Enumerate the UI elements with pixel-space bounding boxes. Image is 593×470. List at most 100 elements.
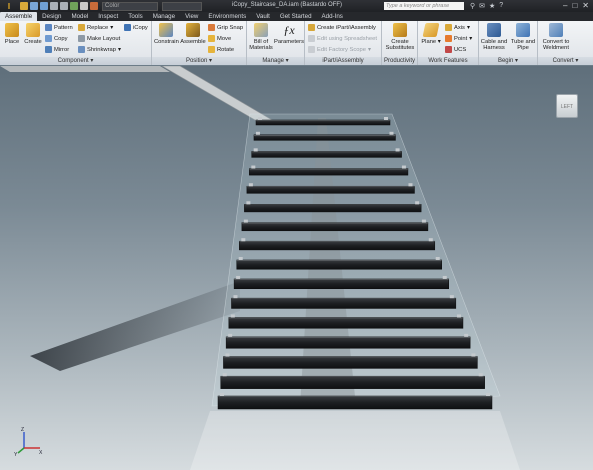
rotate-icon (208, 46, 215, 53)
binoculars-icon[interactable]: ⚲ (470, 2, 475, 10)
move-button[interactable]: Move (208, 35, 231, 42)
copy-button[interactable]: Copy (45, 35, 68, 42)
constrain-icon (159, 23, 173, 37)
shrinkwrap-button[interactable]: Shrinkwrap ▾ (78, 46, 121, 53)
grip-snap-button[interactable]: Grip Snap (208, 24, 243, 31)
glass-clamp (389, 131, 394, 135)
edit-factory-scope-button[interactable]: Edit Factory Scope ▾ (308, 46, 371, 53)
application-menu-button[interactable]: I (0, 0, 18, 12)
grip-snap-icon (208, 24, 215, 31)
ucs-button[interactable]: UCS (445, 46, 466, 53)
pattern-button[interactable]: Pattern (45, 24, 73, 31)
axis-button[interactable]: Axis ▾ (445, 24, 470, 31)
tab-get-started[interactable]: Get Started (275, 12, 317, 21)
replace-button[interactable]: Replace ▾ (78, 24, 113, 31)
favorites-icon[interactable]: ★ (489, 2, 495, 10)
communication-center-icon[interactable]: ✉ (479, 2, 485, 10)
stair-tread (231, 297, 457, 309)
style-dropdown[interactable]: Color (102, 1, 158, 11)
tab-tools[interactable]: Tools (123, 12, 147, 21)
place-button[interactable]: Place (2, 23, 22, 45)
cable-harness-button[interactable]: Cable and Harness (480, 23, 508, 51)
undo-icon[interactable] (50, 2, 58, 10)
create-ipart-icon (308, 24, 315, 31)
glass-clamp (456, 314, 461, 318)
point-button[interactable]: Point ▾ (445, 35, 472, 42)
panel-productivity: Create Substitutes Productivity (382, 21, 418, 65)
search-input[interactable]: Type a keyword or phrase (384, 2, 464, 10)
plane-icon (422, 23, 440, 37)
stair-tread (251, 151, 402, 158)
open-icon[interactable] (30, 2, 38, 10)
rotate-button[interactable]: Rotate (208, 46, 234, 53)
help-icon[interactable]: ? (499, 2, 503, 10)
stair-shadow (30, 281, 240, 371)
update-icon[interactable] (90, 2, 98, 10)
tab-vault[interactable]: Vault (251, 12, 275, 21)
maximize-icon[interactable]: □ (572, 1, 577, 10)
create-substitutes-button[interactable]: Create Substitutes (384, 23, 416, 51)
plane-button[interactable]: Plane ▾ (420, 23, 442, 45)
panel-label-begin[interactable]: Begin ▾ (479, 57, 537, 65)
material-dropdown[interactable] (162, 1, 202, 11)
mirror-button[interactable]: Mirror (45, 46, 69, 53)
tube-pipe-button[interactable]: Tube and Pipe (509, 23, 537, 51)
icopy-button[interactable]: iCopy (124, 24, 148, 31)
minimize-icon[interactable]: – (563, 1, 567, 10)
stair-tread (249, 168, 409, 176)
panel-label-convert[interactable]: Convert ▾ (538, 57, 593, 65)
new-icon[interactable] (20, 2, 28, 10)
constrain-button[interactable]: Constrain (154, 23, 179, 45)
y-axis (17, 447, 25, 454)
glass-clamp (225, 353, 230, 357)
select-icon[interactable] (80, 2, 88, 10)
panel-begin: Cable and Harness Tube and Pipe Begin ▾ (479, 21, 538, 65)
bill-of-materials-button[interactable]: Bill of Materials (249, 23, 273, 51)
stair-tread (220, 375, 485, 389)
convert-to-weldment-button[interactable]: Convert to Weldment (540, 23, 572, 51)
stair-tread (236, 259, 442, 270)
redo-icon[interactable] (60, 2, 68, 10)
bill-of-materials-icon (254, 23, 268, 37)
panel-label-position[interactable]: Position ▾ (152, 57, 246, 65)
cable-harness-icon (487, 23, 501, 37)
stair-tread (241, 222, 429, 232)
viewcube[interactable]: LEFT (556, 94, 578, 118)
tab-environments[interactable]: Environments (203, 12, 251, 21)
parameters-button[interactable]: ƒx Parameters (274, 23, 304, 45)
place-icon (5, 23, 19, 37)
glass-clamp (478, 373, 483, 377)
make-layout-button[interactable]: Make Layout (78, 35, 120, 42)
close-icon[interactable]: ✕ (582, 1, 589, 10)
tab-inspect[interactable]: Inspect (93, 12, 123, 21)
panel-work-features: Plane ▾ Axis ▾ Point ▾ UCS Work Features (418, 21, 479, 65)
assemble-button[interactable]: Assemble (180, 23, 206, 45)
make-layout-icon (78, 35, 85, 42)
edit-spreadsheet-button[interactable]: Edit using Spreadsheet (308, 35, 377, 42)
stair-tread (217, 395, 493, 410)
glass-clamp (241, 238, 246, 242)
tab-manage[interactable]: Manage (148, 12, 180, 21)
ribbon-tabs: Assemble Design Model Inspect Tools Mana… (0, 12, 593, 21)
panel-label-component[interactable]: Component ▾ (0, 57, 151, 65)
tab-model[interactable]: Model (66, 12, 93, 21)
return-icon[interactable] (70, 2, 78, 10)
save-icon[interactable] (40, 2, 48, 10)
title-bar: I Color iCopy_Staircase_DA.iam (Bastardo… (0, 0, 593, 12)
graphics-viewport[interactable]: LEFT Z X Y (0, 66, 593, 470)
tab-add-ins[interactable]: Add-Ins (317, 12, 348, 21)
glass-clamp (435, 256, 440, 260)
panel-label-manage[interactable]: Manage ▾ (247, 57, 304, 65)
create-button[interactable]: Create (22, 23, 44, 45)
tab-assemble[interactable]: Assemble (0, 12, 38, 21)
create-ipart-button[interactable]: Create iPart/iAssembly (308, 24, 376, 31)
tab-design[interactable]: Design (37, 12, 66, 21)
axis-icon (445, 24, 452, 31)
tab-view[interactable]: View (180, 12, 203, 21)
panel-label-ipart: iPart/iAssembly (305, 57, 381, 65)
tube-pipe-icon (516, 23, 530, 37)
glass-clamp (415, 201, 420, 205)
staircase-model[interactable] (0, 66, 593, 470)
glass-clamp (238, 256, 243, 260)
point-icon (445, 35, 452, 42)
